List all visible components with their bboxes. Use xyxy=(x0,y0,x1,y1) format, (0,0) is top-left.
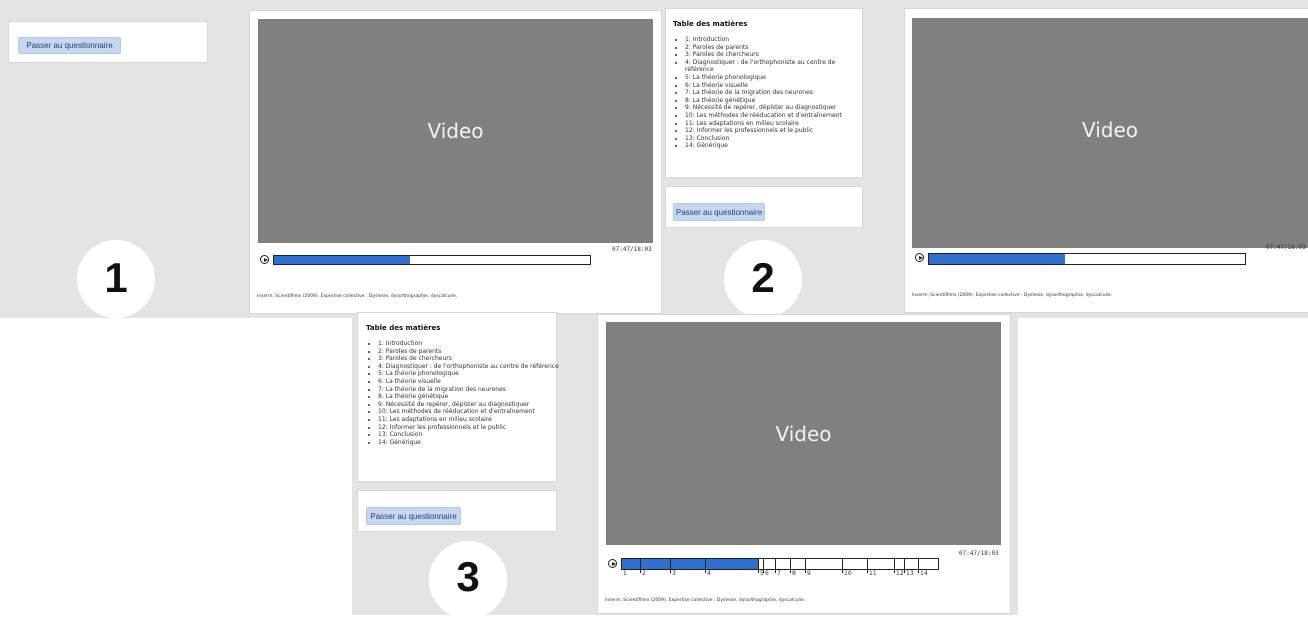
progress-bar[interactable] xyxy=(928,253,1246,265)
time-display: 07:47/18:03 xyxy=(959,550,999,557)
progress-fill xyxy=(929,254,1066,264)
chapter-label: 14 xyxy=(920,570,928,577)
panel-1-number-badge: 1 xyxy=(77,240,155,318)
video-player[interactable]: Video xyxy=(606,322,1001,545)
video-player[interactable]: Video xyxy=(258,19,653,243)
toc-item[interactable]: 13: Conclusion xyxy=(378,431,560,439)
chapter-tick[interactable] xyxy=(640,558,641,573)
chapter-markers: 1 2 3 4 5 6 7 8 9 10 11 12 13 14 xyxy=(621,558,939,578)
toc-item[interactable]: 7: La théorie de la migration des neuron… xyxy=(378,386,560,394)
chapter-tick[interactable] xyxy=(790,558,791,573)
toc-title: Table des matières xyxy=(366,324,441,332)
toc-item[interactable]: 12: Informer les professionnels et le pu… xyxy=(685,127,865,135)
panel-2-number-badge: 2 xyxy=(724,240,802,318)
chapter-label: 13 xyxy=(906,570,914,577)
chapter-label: 4 xyxy=(707,570,711,577)
video-placeholder-label: Video xyxy=(427,119,484,143)
toc-item[interactable]: 3: Paroles de chercheurs xyxy=(378,355,560,363)
progress-bar[interactable] xyxy=(273,255,591,265)
panel-1-number: 1 xyxy=(104,254,128,301)
panel-2-quiz-card: Passer au questionnaire xyxy=(666,187,862,227)
panel-1-video-card: Video 07:47/18:03 Inserm, Scientifilms (… xyxy=(250,11,661,313)
toc-item[interactable]: 8: La théorie génétique xyxy=(685,97,865,105)
credit-text: Inserm, Scientifilms (2009). Expertise c… xyxy=(912,293,1113,298)
chapter-label: 1 xyxy=(623,570,627,577)
chapter-label: 9 xyxy=(807,570,811,577)
credit-text: Inserm, Scientifilms (2009). Expertise c… xyxy=(257,294,458,299)
play-icon[interactable] xyxy=(608,559,617,568)
chapter-tick[interactable] xyxy=(763,558,764,573)
chapter-tick[interactable] xyxy=(918,558,919,573)
panel-2-number: 2 xyxy=(751,254,775,301)
video-player[interactable]: Video xyxy=(912,18,1308,248)
chapter-label: 7 xyxy=(777,570,781,577)
toc-item[interactable]: 6: La théorie visuelle xyxy=(685,82,865,90)
toc-item[interactable]: 7: La théorie de la migration des neuron… xyxy=(685,89,865,97)
quiz-button[interactable]: Passer au questionnaire xyxy=(673,203,765,221)
toc-item[interactable]: 4: Diagnostiquer : de l'orthophoniste au… xyxy=(378,363,560,371)
toc-item[interactable]: 6: La théorie visuelle xyxy=(378,378,560,386)
toc-item[interactable]: 2: Paroles de parents xyxy=(378,348,560,356)
chapter-tick[interactable] xyxy=(758,558,759,573)
toc-item[interactable]: 9: Nécessité de repérer, dépister au dia… xyxy=(378,401,560,409)
toc-item[interactable]: 1: Introduction xyxy=(685,36,865,44)
video-placeholder-label: Video xyxy=(1081,118,1139,142)
panel-2-video-card: Video 07:47/18:03 Inserm, Scientifilms (… xyxy=(905,9,1308,312)
toc-item[interactable]: 13: Conclusion xyxy=(685,135,865,143)
panel-3-number-badge: 3 xyxy=(429,541,507,619)
chapter-label: 8 xyxy=(792,570,796,577)
toc-item[interactable]: 11: Les adaptations en milieu scolaire xyxy=(685,120,865,128)
quiz-button[interactable]: Passer au questionnaire xyxy=(18,37,121,54)
chapter-tick[interactable] xyxy=(904,558,905,573)
toc-list: 1: Introduction 2: Paroles de parents 3:… xyxy=(673,36,865,150)
chapter-label: 3 xyxy=(672,570,676,577)
credit-text: Inserm, Scientifilms (2009). Expertise c… xyxy=(605,598,806,603)
chapter-tick[interactable] xyxy=(670,558,671,573)
play-icon[interactable] xyxy=(260,255,269,264)
chapter-label: 2 xyxy=(642,570,646,577)
quiz-button[interactable]: Passer au questionnaire xyxy=(366,507,461,525)
toc-item[interactable]: 3: Paroles de chercheurs xyxy=(685,51,865,59)
chapter-tick[interactable] xyxy=(842,558,843,573)
panel-1-quiz-card: Passer au questionnaire xyxy=(9,22,207,62)
panel-3-toc-card: Table des matières 1: Introduction 2: Pa… xyxy=(358,313,559,481)
chapter-label: 6 xyxy=(765,570,769,577)
toc-list: 1: Introduction 2: Paroles de parents 3:… xyxy=(366,340,560,446)
toc-item[interactable]: 8: La théorie génétique xyxy=(378,393,560,401)
toc-item[interactable]: 12: Informer les professionnels et le pu… xyxy=(378,424,560,432)
toc-item[interactable]: 5: La théorie phonologique xyxy=(378,370,560,378)
toc-item[interactable]: 1: Introduction xyxy=(378,340,560,348)
toc-item[interactable]: 10: Les méthodes de rééducation et d'ent… xyxy=(378,408,560,416)
time-display: 07:47/18:03 xyxy=(612,246,652,253)
toc-item[interactable]: 4: Diagnostiquer : de l'orthophoniste au… xyxy=(685,59,865,74)
chapter-tick[interactable] xyxy=(775,558,776,573)
progress-fill xyxy=(274,256,411,264)
toc-title: Table des matières xyxy=(673,20,748,28)
play-icon[interactable] xyxy=(915,253,924,262)
toc-item[interactable]: 5: La théorie phonologique xyxy=(685,74,865,82)
toc-item[interactable]: 2: Paroles de parents xyxy=(685,44,865,52)
video-placeholder-label: Video xyxy=(775,422,832,446)
chapter-tick[interactable] xyxy=(705,558,706,573)
panel-2-toc-card: Table des matières 1: Introduction 2: Pa… xyxy=(666,9,862,177)
panel-3-quiz-card: Passer au questionnaire xyxy=(358,491,556,531)
toc-item[interactable]: 14: Générique xyxy=(685,142,865,150)
toc-item[interactable]: 11: Les adaptations en milieu scolaire xyxy=(378,416,560,424)
chapter-tick[interactable] xyxy=(894,558,895,573)
panel-3-number: 3 xyxy=(456,553,480,600)
chapter-tick[interactable] xyxy=(867,558,868,573)
toc-item[interactable]: 10: Les méthodes de rééducation et d'ent… xyxy=(685,112,865,120)
time-display: 07:47/18:03 xyxy=(1266,244,1306,251)
panel-3-video-card: Video 07:47/18:03 1 2 3 4 5 6 7 8 9 10 11 12 13 14 In… xyxy=(598,315,1010,613)
chapter-tick[interactable] xyxy=(805,558,806,573)
toc-item[interactable]: 14: Générique xyxy=(378,439,560,447)
chapter-label: 11 xyxy=(869,570,877,577)
chapter-label: 10 xyxy=(844,570,852,577)
toc-item[interactable]: 9: Nécessité de repérer, dépister au dia… xyxy=(685,104,865,112)
chapter-label: 12 xyxy=(896,570,904,577)
